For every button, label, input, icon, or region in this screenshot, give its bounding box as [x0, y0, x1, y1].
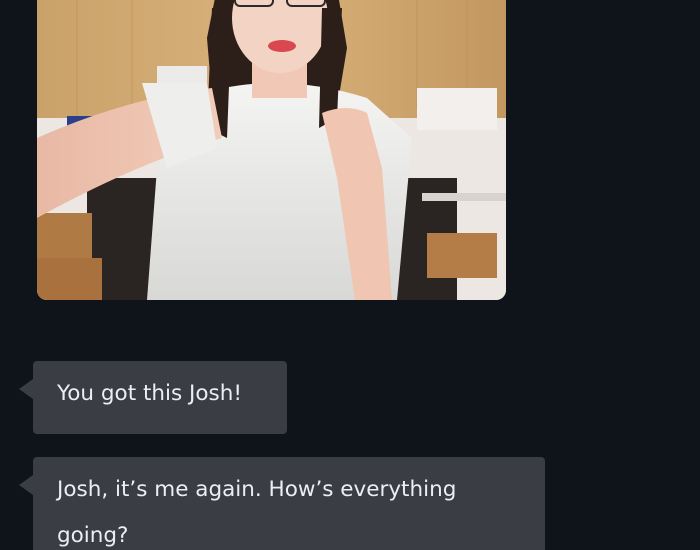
- selfie-photo: [37, 0, 506, 300]
- chat-area: You got this Josh! Josh, it’s me again. …: [0, 0, 700, 550]
- chat-message-text: You got this Josh!: [57, 381, 242, 406]
- chat-image-message[interactable]: [37, 0, 506, 300]
- chat-message-text: Josh, it’s me again. How’s everything go…: [57, 477, 457, 548]
- chat-message-bubble[interactable]: Josh, it’s me again. How’s everything go…: [19, 457, 545, 550]
- chat-message-bubble[interactable]: You got this Josh!: [19, 361, 287, 434]
